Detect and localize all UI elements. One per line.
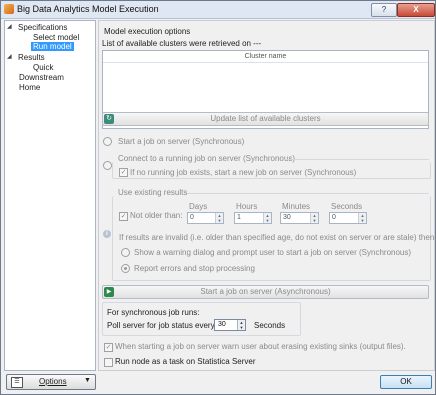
if-no-running-label: If no running job exists, start a new jo… — [130, 168, 357, 177]
tree-item-label: Specifications — [18, 23, 68, 32]
tree-item-specifications[interactable]: ◢ Specifications — [6, 23, 67, 32]
poll-unit-label: Seconds — [254, 321, 286, 330]
report-errors-label: Report errors and stop processing — [134, 264, 255, 273]
cluster-name-header[interactable]: Cluster name — [103, 51, 428, 63]
start-async-button[interactable]: ▶ Start a job on server (Asynchronous) — [102, 285, 429, 299]
close-button[interactable]: X — [397, 3, 435, 17]
spin-arrows-icon[interactable]: ▲ ▼ — [358, 213, 366, 223]
poll-interval-spinbox[interactable]: 30 ▲ ▼ — [214, 319, 246, 331]
run-as-task-checkbox[interactable] — [104, 358, 113, 367]
minutes-value: 30 — [283, 214, 291, 221]
days-spinbox[interactable]: 0 ▲ ▼ — [187, 212, 224, 224]
dialog-window: Big Data Analytics Model Execution ? X ◢… — [0, 0, 436, 395]
hours-spinbox[interactable]: 1 ▲ ▼ — [234, 212, 272, 224]
minutes-spinbox[interactable]: 30 ▲ ▼ — [280, 212, 319, 224]
run-as-task-label: Run node as a task on Statistica Server — [115, 357, 256, 366]
options-label: Options — [39, 377, 67, 386]
options-icon: ☰ — [11, 377, 23, 388]
navigation-tree: ◢ Specifications Select model Run model … — [4, 20, 96, 371]
expand-toggle-icon[interactable]: ◢ — [7, 53, 12, 60]
tree-item-run-model[interactable]: Run model — [31, 42, 74, 51]
section-heading: Model execution options — [104, 27, 191, 36]
start-async-label: Start a job on server (Asynchronous) — [200, 287, 331, 296]
play-icon: ▶ — [104, 287, 114, 297]
tree-item-downstream[interactable]: Downstream — [19, 73, 64, 82]
clusters-status-text: List of available clusters were retrieve… — [102, 39, 262, 48]
seconds-spinbox[interactable]: 0 ▲ ▼ — [329, 212, 367, 224]
show-warning-label: Show a warning dialog and prompt user to… — [134, 248, 412, 257]
group-divider — [284, 159, 429, 160]
spin-arrows-icon[interactable]: ▲ ▼ — [215, 213, 223, 223]
days-label: Days — [189, 202, 208, 211]
options-panel: Model execution options List of availabl… — [98, 20, 436, 371]
not-older-label: Not older than: — [130, 211, 183, 220]
tree-item-label: Results — [18, 53, 45, 62]
hours-value: 1 — [237, 214, 241, 221]
ok-button[interactable]: OK — [380, 375, 432, 389]
warn-sinks-label: When starting a job on server warn user … — [115, 342, 406, 351]
start-sync-radio[interactable] — [103, 137, 112, 146]
spin-arrows-icon[interactable]: ▲ ▼ — [310, 213, 318, 223]
tree-item-quick[interactable]: Quick — [33, 63, 53, 72]
days-value: 0 — [190, 214, 194, 221]
title-bar: Big Data Analytics Model Execution ? X — [1, 1, 435, 19]
help-button[interactable]: ? — [371, 3, 397, 17]
options-menu-button[interactable]: ☰ Options ▼ — [6, 374, 96, 390]
window-title: Big Data Analytics Model Execution — [17, 4, 159, 14]
sync-runs-label: For synchronous job runs: — [107, 308, 200, 317]
chevron-down-icon: ▼ — [84, 377, 91, 384]
group-divider — [187, 193, 429, 194]
poll-label: Poll server for job status every — [107, 321, 215, 330]
update-clusters-label: Update list of available clusters — [210, 114, 321, 123]
spin-arrows-icon[interactable]: ▲ ▼ — [237, 320, 245, 330]
tree-item-results[interactable]: ◢ Results — [6, 53, 45, 62]
poll-interval-value: 30 — [218, 321, 226, 328]
report-errors-radio[interactable] — [121, 264, 130, 273]
expand-toggle-icon[interactable]: ◢ — [7, 23, 12, 30]
app-icon — [4, 4, 14, 14]
not-older-checkbox[interactable]: ✓ — [119, 212, 128, 221]
minutes-label: Minutes — [282, 202, 311, 211]
seconds-label: Seconds — [331, 202, 363, 211]
update-clusters-button[interactable]: ↻ Update list of available clusters — [102, 112, 429, 126]
show-warning-radio[interactable] — [121, 248, 130, 257]
hours-label: Hours — [236, 202, 258, 211]
seconds-value: 0 — [332, 214, 336, 221]
invalid-results-text: If results are invalid (i.e. older than … — [119, 233, 436, 242]
refresh-icon: ↻ — [104, 114, 114, 124]
connect-running-radio[interactable] — [103, 161, 112, 170]
tree-item-select-model[interactable]: Select model — [33, 33, 79, 42]
spin-arrows-icon[interactable]: ▲ ▼ — [263, 213, 271, 223]
if-no-running-checkbox[interactable]: ✓ — [119, 168, 128, 177]
info-icon: i — [103, 230, 111, 238]
warn-sinks-checkbox[interactable]: ✓ — [104, 343, 113, 352]
tree-item-home[interactable]: Home — [19, 83, 40, 92]
start-sync-label: Start a job on server (Synchronous) — [118, 137, 245, 146]
